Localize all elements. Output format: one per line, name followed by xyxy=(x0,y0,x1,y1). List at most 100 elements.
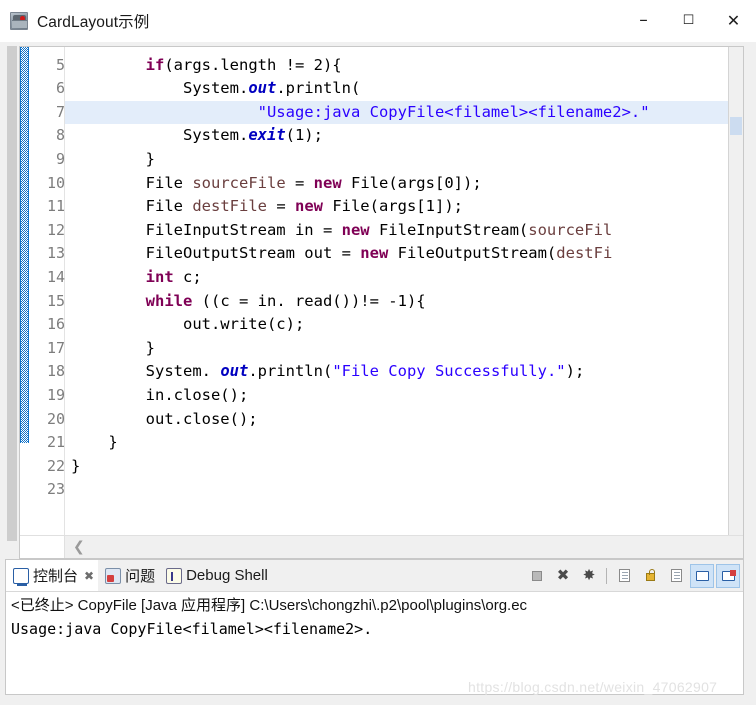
code-token: .println( xyxy=(248,362,333,381)
tab-console[interactable]: 控制台 ✖ xyxy=(6,560,99,591)
code-line[interactable]: System. out.println("File Copy Successfu… xyxy=(65,360,728,384)
code-token: "File Copy Successfully." xyxy=(332,362,566,381)
code-line[interactable]: } xyxy=(65,337,728,361)
code-token: FileInputStream in = xyxy=(71,220,342,239)
line-number: 13 xyxy=(46,244,65,263)
overview-ruler[interactable] xyxy=(728,47,743,535)
code-token: out.close(); xyxy=(71,409,258,428)
code-editor[interactable]: 5 6 7 8 9 10 11 12 13 14 15 16 17 18 19 20 21 22 23 x xx x… xyxy=(19,46,744,559)
scrollbar-thumb[interactable] xyxy=(7,46,17,541)
code-token: in.close(); xyxy=(71,385,249,404)
java-coffee-cup-icon xyxy=(10,11,28,30)
display-selected-console-button[interactable] xyxy=(690,563,714,588)
code-token: = xyxy=(266,197,295,216)
chevron-left-icon[interactable]: ❮ xyxy=(73,540,85,554)
code-line[interactable]: FileInputStream in = new FileInputStream… xyxy=(65,219,728,243)
code-token: new xyxy=(294,197,323,216)
editor-vertical-scrollbar[interactable] xyxy=(5,46,19,559)
code-line[interactable]: } xyxy=(65,455,728,479)
code-line[interactable]: int c; xyxy=(65,266,728,290)
code-token: ((c = in. read())!= -1){ xyxy=(192,291,426,310)
code-token: File xyxy=(71,197,193,216)
tab-debug-shell[interactable]: Debug Shell xyxy=(159,560,272,591)
code-line[interactable]: System.out.println( xyxy=(65,77,728,101)
line-number: 20 xyxy=(46,409,65,428)
line-number: 7 xyxy=(55,102,65,121)
clear-console-button[interactable] xyxy=(612,564,636,588)
line-number: 8 xyxy=(55,126,65,145)
close-icon[interactable]: ✖ xyxy=(84,569,94,583)
code-line[interactable]: while ((c = in. read())!= -1){ xyxy=(65,290,728,314)
remove-all-terminated-button[interactable]: ✸ xyxy=(577,564,601,588)
code-line[interactable]: File destFile = new File(args[1]); xyxy=(65,195,728,219)
line-number: 11 xyxy=(46,197,65,216)
code-line[interactable]: if(args.length != 2){ xyxy=(65,54,728,78)
scroll-lock-button[interactable] xyxy=(638,564,662,588)
x-icon: ✖ xyxy=(556,566,570,584)
code-line[interactable]: } xyxy=(65,148,728,172)
code-line[interactable]: File sourceFile = new File(args[0]); xyxy=(65,172,728,196)
code-text-area[interactable]: x xx x x if(args.length != 2){ System.ou… xyxy=(65,47,728,535)
lock-icon xyxy=(645,569,655,581)
line-number: 18 xyxy=(46,362,65,381)
code-token: = xyxy=(285,173,314,192)
code-line[interactable]: System.exit(1); xyxy=(65,124,728,148)
code-token: File(args[ xyxy=(341,173,445,192)
monitor-icon xyxy=(695,570,709,581)
window-title: CardLayout示例 xyxy=(37,13,150,31)
problems-icon xyxy=(105,567,122,584)
code-token: int xyxy=(145,267,174,286)
debug-shell-icon xyxy=(166,567,183,584)
terminate-button[interactable] xyxy=(525,564,549,588)
code-token: (1); xyxy=(285,126,323,145)
minimize-button[interactable]: – xyxy=(621,0,666,41)
code-token: destFi xyxy=(556,244,613,263)
code-token: .println( xyxy=(276,79,361,98)
code-token: FileOutputStream( xyxy=(388,244,557,263)
overview-mark xyxy=(730,117,742,135)
line-number xyxy=(29,47,65,54)
title-bar: CardLayout示例 – ☐ ✕ xyxy=(0,0,756,42)
code-line[interactable]: out.write(c); xyxy=(65,313,728,337)
code-token: if xyxy=(145,55,165,74)
line-number: 5 xyxy=(55,55,65,74)
editor-scroll-row: 5 6 7 8 9 10 11 12 13 14 15 16 17 18 19 20 21 22 23 x xx x… xyxy=(20,47,743,535)
code-line[interactable]: out.close(); xyxy=(65,408,728,432)
code-token: } xyxy=(71,338,155,357)
line-number-list: 5 6 7 8 9 10 11 12 13 14 15 16 17 18 19 20 21 22 23 xyxy=(29,47,65,502)
code-token: 1 xyxy=(425,197,435,216)
code-token: System. xyxy=(71,79,249,98)
tab-problems[interactable]: 问题 xyxy=(98,560,159,591)
line-number-gutter: 5 6 7 8 9 10 11 12 13 14 15 16 17 18 19 20 21 22 23 xyxy=(29,47,65,535)
pin-console-button[interactable] xyxy=(664,564,688,588)
open-console-button[interactable] xyxy=(716,563,740,588)
code-token: } xyxy=(71,433,118,452)
code-token: (args.length != 2){ xyxy=(164,55,342,74)
close-button[interactable]: ✕ xyxy=(711,0,756,41)
code-line[interactable]: "Usage:java CopyFile<filamel><filename2>… xyxy=(65,100,728,125)
change-bar-gutter xyxy=(20,47,29,535)
code-line[interactable] xyxy=(65,478,728,502)
stop-square-icon xyxy=(532,570,542,581)
code-token: ]); xyxy=(434,197,463,216)
code-token: while xyxy=(145,291,193,310)
clear-document-icon xyxy=(618,569,630,582)
monitor-error-icon xyxy=(721,569,736,581)
maximize-button[interactable]: ☐ xyxy=(666,0,711,41)
code-lines: x xx x x if(args.length != 2){ System.ou… xyxy=(65,47,728,502)
code-line[interactable]: } xyxy=(65,431,728,455)
code-line[interactable]: in.close(); xyxy=(65,384,728,408)
code-token: out xyxy=(248,79,277,98)
code-token: new xyxy=(313,173,342,192)
remove-launch-button[interactable]: ✖ xyxy=(551,564,575,588)
editor-horizontal-scrollbar[interactable]: ❮ xyxy=(20,535,743,558)
console-panel: 控制台 ✖ 问题 Debug Shell ✖ ✸ <已终止> CopyFile … xyxy=(5,559,744,695)
code-token: ); xyxy=(565,362,585,381)
line-number: 17 xyxy=(46,338,65,357)
line-number: 9 xyxy=(55,149,65,168)
code-line[interactable]: FileOutputStream out = new FileOutputStr… xyxy=(65,242,728,266)
application-window: CardLayout示例 – ☐ ✕ 56 7 8 9 10 11 12 13 … xyxy=(0,0,756,705)
console-output-area[interactable]: <已终止> CopyFile [Java 应用程序] C:\Users\chon… xyxy=(6,592,743,694)
